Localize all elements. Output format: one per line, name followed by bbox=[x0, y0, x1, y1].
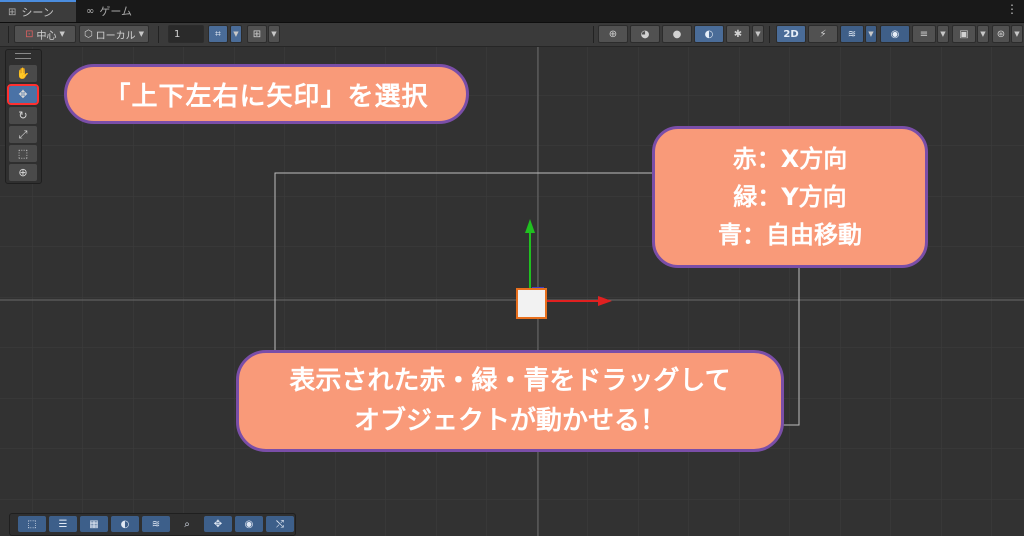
callout-drag-hint: 表示された赤・緑・青をドラッグして オブジェクトが動かせる！ bbox=[236, 350, 784, 452]
camera-dropdown[interactable]: ▼ bbox=[977, 25, 989, 43]
callout-select-tool: 「上下左右に矢印」を選択 bbox=[64, 64, 469, 124]
grid-icon: ⊞ bbox=[8, 6, 17, 18]
debug-draw-dropdown[interactable]: ▼ bbox=[752, 25, 764, 43]
grid-snap-dropdown[interactable]: ▼ bbox=[230, 25, 242, 43]
layers-dropdown[interactable]: ▼ bbox=[937, 25, 949, 43]
callout-free-move: 青：自由移動 bbox=[718, 221, 862, 249]
hand-tool-icon[interactable]: ✋ bbox=[9, 65, 37, 82]
rect-select-icon[interactable]: ⬚ bbox=[18, 516, 46, 532]
gizmos-dropdown[interactable]: ▼ bbox=[1011, 25, 1023, 43]
shuffle-icon[interactable]: ⤭ bbox=[266, 516, 294, 532]
toolbar-divider bbox=[158, 26, 159, 43]
camera-icon[interactable]: ▣ bbox=[952, 25, 976, 43]
pivot-dropdown[interactable]: ⊡ 中心 ▼ bbox=[14, 25, 76, 43]
space-label: ローカル bbox=[95, 30, 136, 42]
wireframe-icon[interactable]: ⊕ bbox=[598, 25, 628, 43]
grid-snap-icon[interactable]: ⌗ bbox=[208, 25, 228, 43]
bottom-overlay-toolbar: ⬚ ☰ ▦ ◐ ≋ ⌕ ✥ ◉ ⤭ bbox=[9, 513, 296, 536]
grid-size-input[interactable]: 1 bbox=[168, 25, 204, 43]
space-dropdown[interactable]: ⬡ ローカル ▼ bbox=[79, 25, 149, 43]
layers-icon[interactable]: ≡ bbox=[912, 25, 936, 43]
shaded-icon[interactable]: ● bbox=[662, 25, 692, 43]
move-tool-icon[interactable]: ✥ bbox=[7, 84, 39, 105]
debug-draw-icon[interactable]: ✱ bbox=[726, 25, 750, 43]
tab-game[interactable]: ∞ ゲーム bbox=[78, 0, 148, 22]
mode-2d-button[interactable]: 2D bbox=[776, 25, 806, 43]
rotate-tool-icon[interactable]: ↻ bbox=[9, 107, 37, 124]
layers-stack-icon[interactable]: ≋ bbox=[142, 516, 170, 532]
window-tab-bar: ⊞ シーン ∞ ゲーム ⋮ bbox=[0, 0, 1024, 23]
scene-lighting-icon[interactable]: ⚡ bbox=[808, 25, 838, 43]
transform-tool-icon[interactable]: ⊕ bbox=[9, 164, 37, 181]
pivot-label: 中心 bbox=[36, 30, 57, 42]
drag-handle-icon[interactable] bbox=[15, 53, 31, 59]
move-icon[interactable]: ✥ bbox=[204, 516, 232, 532]
scale-tool-icon[interactable]: ⤢ bbox=[9, 126, 37, 143]
panel-icon[interactable]: ☰ bbox=[49, 516, 77, 532]
scene-toolbar: ⊡ 中心 ▼ ⬡ ローカル ▼ 1 ⌗ ▼ ⊞ ▼ ⊕ ◕ ● ◐ ✱ ▼ 2D… bbox=[0, 23, 1024, 47]
callout-drag-line-2: オブジェクトが動かせる！ bbox=[353, 406, 666, 436]
gamepad-icon: ∞ bbox=[86, 5, 95, 17]
tab-game-label: ゲーム bbox=[99, 5, 133, 18]
chevron-down-icon: ▼ bbox=[138, 30, 145, 38]
toolbar-divider bbox=[769, 26, 770, 43]
rect-tool-icon[interactable]: ⬚ bbox=[9, 145, 37, 162]
pivot-icon: ⊡ bbox=[25, 28, 34, 40]
visibility-icon[interactable]: ◉ bbox=[235, 516, 263, 532]
increment-snap-icon[interactable]: ⊞ bbox=[247, 25, 267, 43]
increment-snap-dropdown[interactable]: ▼ bbox=[268, 25, 280, 43]
tab-scene[interactable]: ⊞ シーン bbox=[0, 0, 76, 22]
cube-icon: ⬡ bbox=[83, 28, 93, 40]
callout-axis-legend: 赤：X方向 緑：Y方向 青：自由移動 bbox=[652, 126, 928, 268]
toolbar-divider bbox=[8, 26, 9, 43]
lighting-icon[interactable]: ◐ bbox=[694, 25, 724, 43]
gizmos-icon[interactable]: ⊛ bbox=[992, 25, 1010, 43]
visibility-eye-icon[interactable]: ◉ bbox=[880, 25, 910, 43]
toolbar-divider bbox=[593, 26, 594, 43]
shading-icon[interactable]: ◐ bbox=[111, 516, 139, 532]
search-icon[interactable]: ⌕ bbox=[173, 516, 201, 532]
audio-effects-icon[interactable]: ≋ bbox=[840, 25, 864, 43]
tilemap-icon[interactable]: ▦ bbox=[80, 516, 108, 532]
selected-object bbox=[516, 288, 547, 319]
shaded-wireframe-icon[interactable]: ◕ bbox=[630, 25, 660, 43]
tools-overlay: ✋ ✥ ↻ ⤢ ⬚ ⊕ bbox=[5, 49, 42, 184]
callout-drag-line-1: 表示された赤・緑・青をドラッグして bbox=[289, 366, 731, 396]
chevron-down-icon: ▼ bbox=[59, 30, 65, 38]
effects-dropdown[interactable]: ▼ bbox=[865, 25, 877, 43]
callout-x-axis: 赤：X方向 bbox=[732, 145, 848, 173]
more-options-icon[interactable]: ⋮ bbox=[1006, 2, 1018, 16]
callout-y-axis: 緑：Y方向 bbox=[733, 183, 847, 211]
tab-scene-label: シーン bbox=[21, 6, 54, 19]
